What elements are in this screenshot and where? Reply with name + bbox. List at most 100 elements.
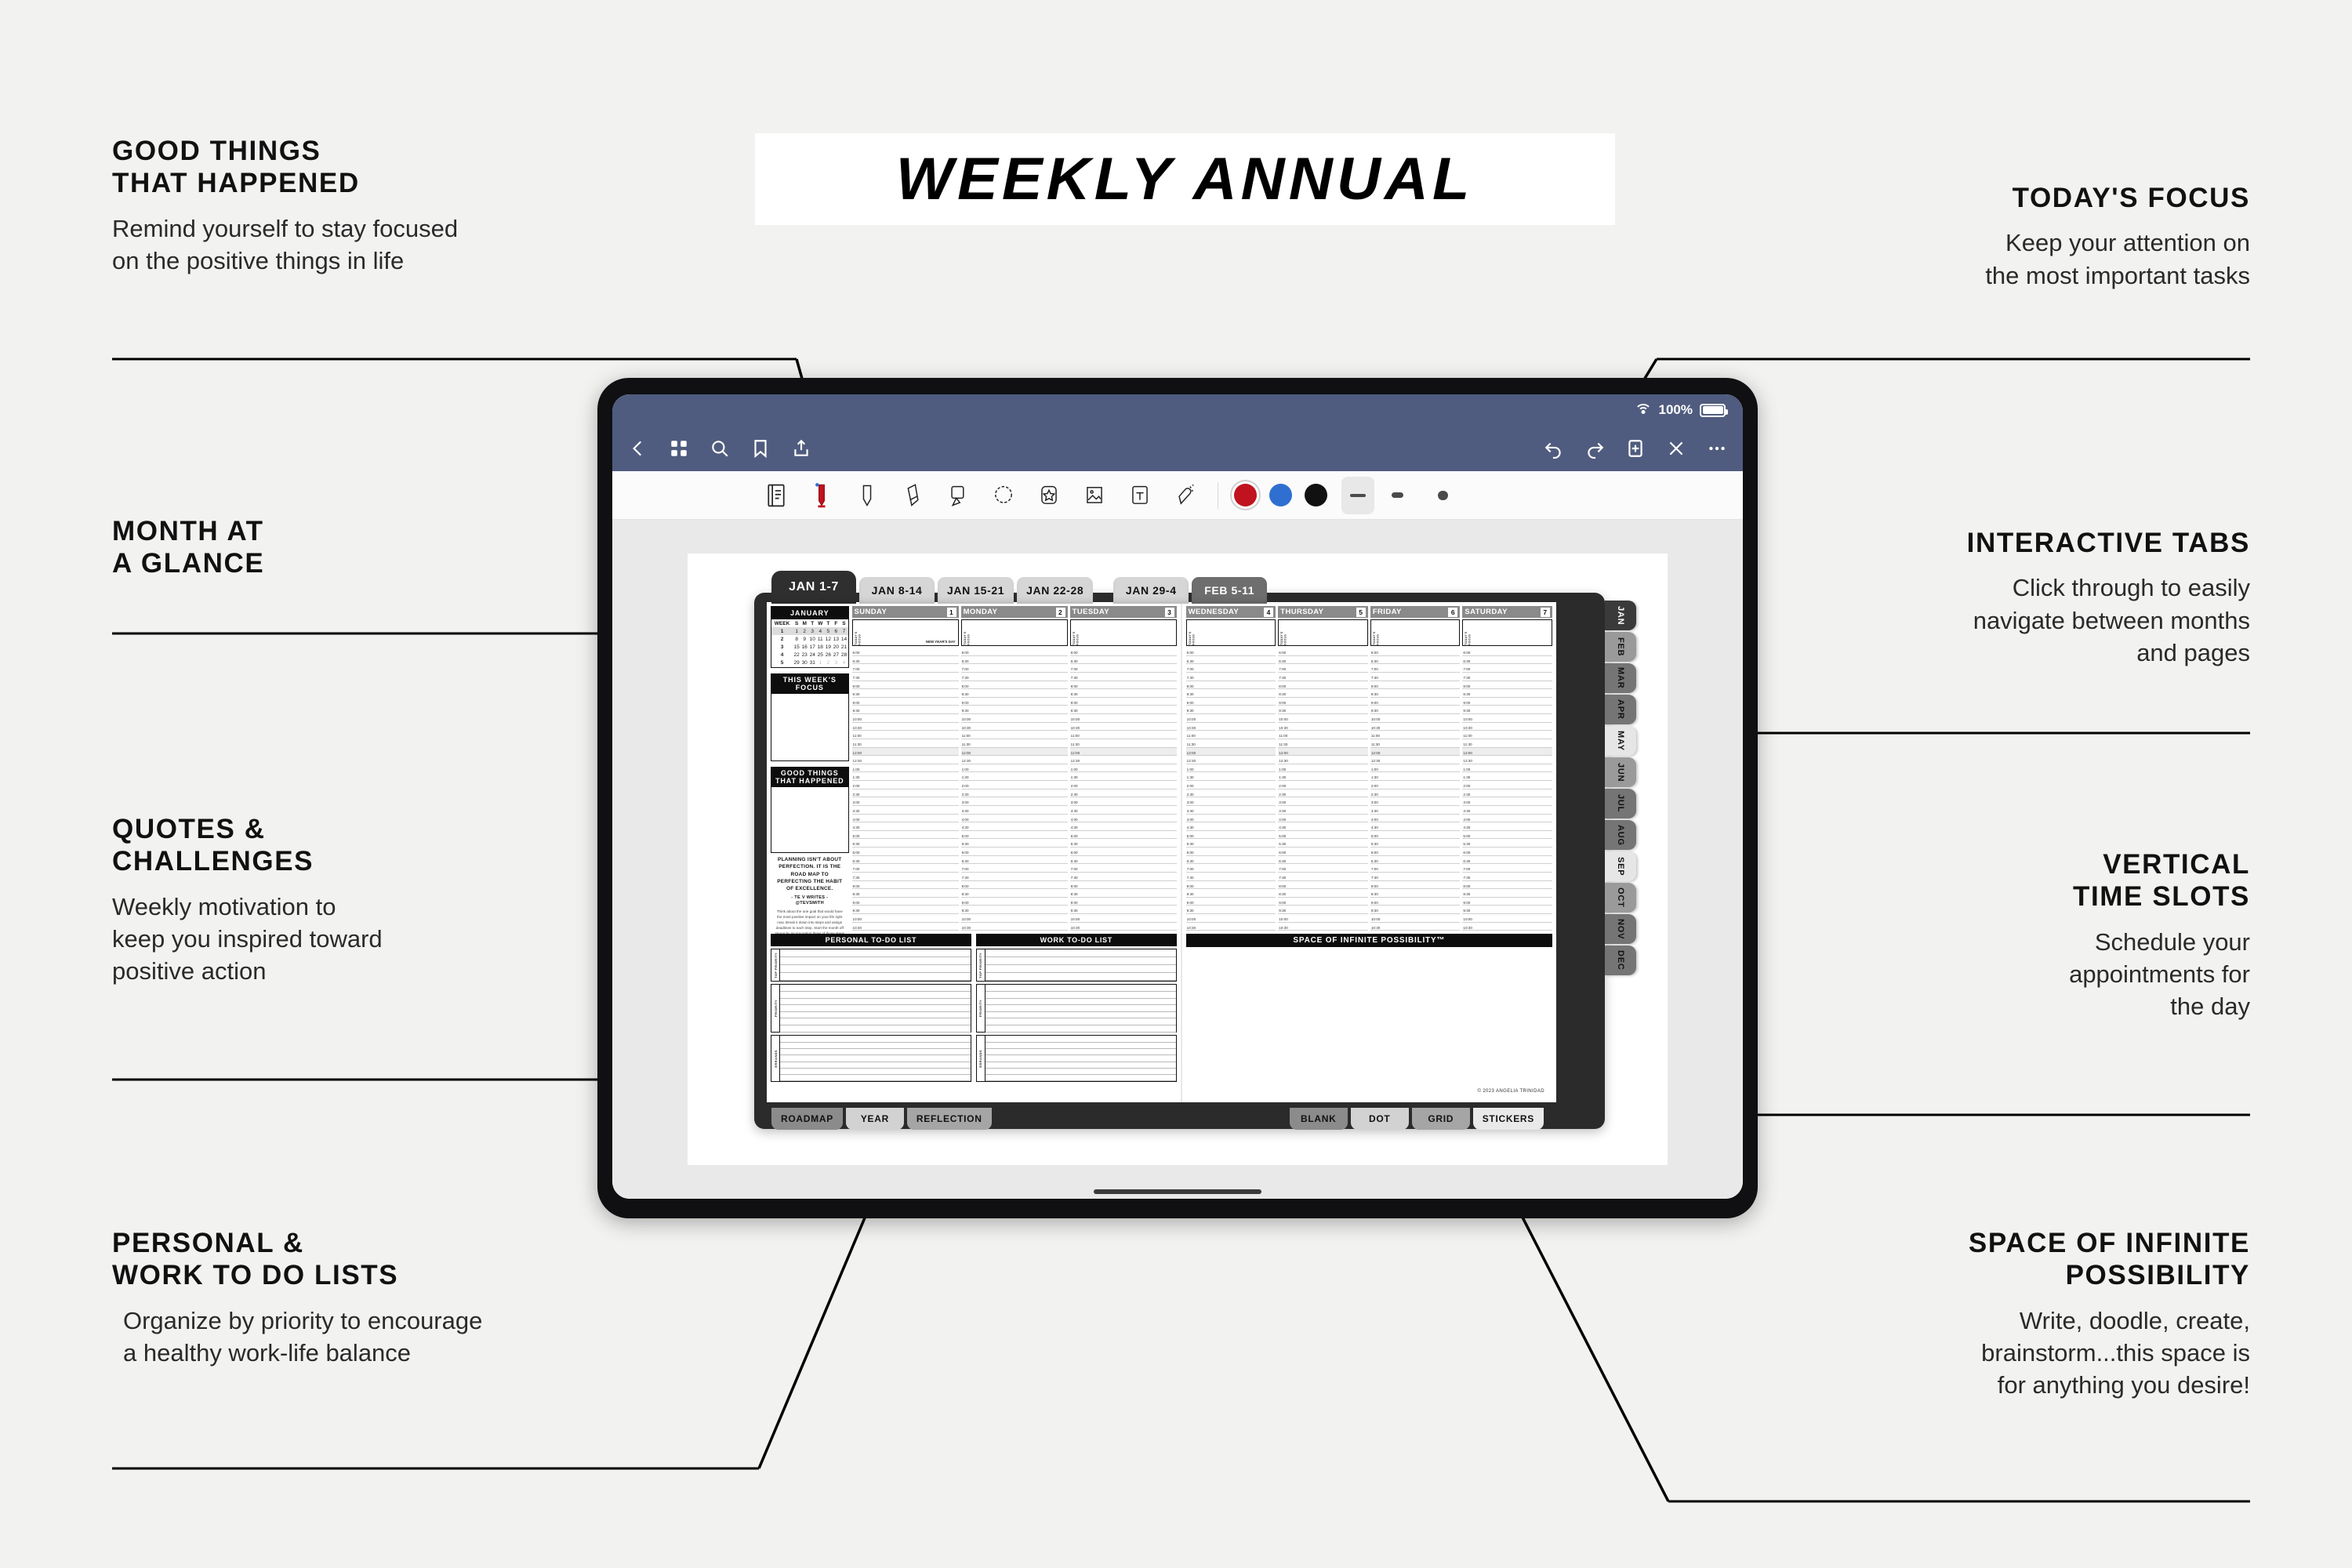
quote-attribution-1: - TE V WRITES - — [791, 895, 829, 901]
time-slots[interactable]: 6:00 6:30 7:00 7:30 8:00 8:30 9:00 9:30 … — [1278, 648, 1368, 931]
stroke-width-selected[interactable] — [1341, 476, 1374, 514]
eraser-icon[interactable] — [890, 477, 935, 514]
todo-lines[interactable] — [780, 1036, 971, 1082]
month-tab-jul[interactable]: JUL — [1605, 789, 1636, 818]
todo-lines[interactable] — [985, 949, 1176, 982]
todays-focus-box[interactable]: TODAY'S FOCUS — [1462, 619, 1552, 646]
month-tab-feb[interactable]: FEB — [1605, 632, 1636, 662]
month-tab-apr[interactable]: APR — [1605, 695, 1636, 724]
table-row[interactable]: 1 1 2 3 4 5 6 7 — [771, 627, 848, 636]
sticker-icon[interactable] — [1026, 477, 1072, 514]
todo-group-top-priority[interactable]: TOP PRIORITY — [771, 949, 971, 982]
todo-lines[interactable] — [780, 949, 971, 982]
close-pen-icon[interactable] — [1666, 438, 1686, 459]
time-slot: 3:30 — [1185, 806, 1276, 815]
time-slots[interactable]: 6:00 6:30 7:00 7:30 8:00 8:30 9:00 9:30 … — [1069, 648, 1177, 931]
lasso-icon[interactable] — [935, 477, 981, 514]
color-swatch-red[interactable] — [1234, 484, 1257, 506]
todo-group-errands[interactable]: ERRANDS — [975, 1035, 1177, 1083]
todo-group-top-priority[interactable]: TOP PRIORITY — [975, 949, 1177, 982]
month-tab-oct[interactable]: OCT — [1605, 883, 1636, 913]
grid-thumbnails-icon[interactable] — [669, 438, 689, 459]
week-tab-jan-8-14[interactable]: JAN 8-14 — [859, 577, 935, 604]
bottom-tab-reflection[interactable]: REFLECTION — [906, 1108, 992, 1130]
reading-mode-icon[interactable] — [753, 477, 799, 514]
time-slots[interactable]: 6:00 6:30 7:00 7:30 8:00 8:30 9:00 9:30 … — [1185, 648, 1276, 931]
callout-body: Click through to easily navigate between… — [1973, 574, 2250, 666]
todays-focus-box[interactable]: TODAY'S FOCUS — [1370, 619, 1461, 646]
search-icon[interactable] — [710, 438, 730, 459]
good-things-block[interactable]: GOOD THINGS THAT HAPPENED — [771, 766, 849, 853]
space-free-area[interactable]: © 2023 ANGELIA TRINIDAD — [1186, 947, 1552, 1098]
this-weeks-focus-block[interactable]: THIS WEEK'S FOCUS — [771, 673, 849, 761]
bottom-tab-blank[interactable]: BLANK — [1289, 1108, 1348, 1130]
month-tab-nov[interactable]: NOV — [1605, 914, 1636, 944]
todays-focus-box[interactable]: TODAY'S FOCUS — [1278, 619, 1368, 646]
time-slots[interactable]: 6:00 6:30 7:00 7:30 8:00 8:30 9:00 9:30 … — [960, 648, 1068, 931]
table-row[interactable]: 5 29 30 31 1 2 3 4 — [771, 659, 848, 667]
month-tab-dec[interactable]: DEC — [1605, 946, 1636, 975]
image-icon[interactable] — [1072, 477, 1117, 514]
table-row[interactable]: 3 15 16 17 18 19 20 21 — [771, 643, 848, 651]
table-row[interactable]: 2 8 9 10 11 12 13 14 — [771, 635, 848, 643]
week-tab-feb-5-11[interactable]: FEB 5-11 — [1192, 577, 1268, 604]
month-tab-jun[interactable]: JUN — [1605, 757, 1636, 787]
week-tab-jan-1-7[interactable]: JAN 1-7 — [771, 571, 856, 604]
canvas-area[interactable]: JAN 1-7 JAN 8-14 JAN 15-21 JAN 22-28 JAN… — [612, 520, 1743, 1199]
month-tab-sep[interactable]: SEP — [1605, 851, 1636, 881]
more-options-icon[interactable] — [1707, 438, 1727, 459]
todays-focus-box[interactable]: TODAY'S FOCUS — [1069, 619, 1177, 646]
week-tab-jan-29-4[interactable]: JAN 29-4 — [1113, 577, 1189, 604]
share-icon[interactable] — [791, 438, 811, 459]
group-label: PRIORITY — [773, 1000, 778, 1018]
bottom-tab-dot[interactable]: DOT — [1350, 1108, 1409, 1130]
back-chevron-icon[interactable] — [628, 438, 648, 459]
time-slots[interactable]: 6:00 6:30 7:00 7:30 8:00 8:30 9:00 9:30 … — [851, 648, 959, 931]
time-slots[interactable]: 6:00 6:30 7:00 7:30 8:00 8:30 9:00 9:30 … — [1462, 648, 1552, 931]
tape-icon[interactable] — [1163, 477, 1208, 514]
time-slots[interactable]: 6:00 6:30 7:00 7:30 8:00 8:30 9:00 9:30 … — [1370, 648, 1461, 931]
todo-group-errands[interactable]: ERRANDS — [771, 1035, 971, 1083]
todo-lines[interactable] — [780, 985, 971, 1033]
month-tab-mar[interactable]: MAR — [1605, 663, 1636, 693]
day-number: 6 — [1448, 607, 1458, 617]
pen-icon[interactable] — [799, 477, 844, 514]
stroke-width-thick[interactable] — [1420, 477, 1465, 514]
week-tab-jan-15-21[interactable]: JAN 15-21 — [938, 577, 1014, 604]
good-things-area[interactable] — [771, 786, 849, 853]
time-slot: 1:30 — [1462, 772, 1552, 781]
month-tab-jan[interactable]: JAN — [1605, 601, 1636, 630]
time-slot: 10:30 — [1185, 723, 1276, 731]
todays-focus-box[interactable]: TODAY'S FOCUS NEW YEAR'S DAY — [851, 619, 959, 646]
bottom-tab-grid[interactable]: GRID — [1411, 1108, 1470, 1130]
undo-icon[interactable] — [1544, 438, 1564, 459]
bottom-tab-stickers[interactable]: STICKERS — [1472, 1108, 1544, 1130]
todo-lines[interactable] — [985, 1036, 1176, 1082]
month-tab-aug[interactable]: AUG — [1605, 820, 1636, 850]
todo-lines[interactable] — [985, 985, 1176, 1033]
week-tab-jan-22-28[interactable]: JAN 22-28 — [1017, 577, 1094, 604]
color-swatch-blue[interactable] — [1269, 484, 1292, 506]
todays-focus-box[interactable]: TODAY'S FOCUS — [960, 619, 1068, 646]
color-swatch-black[interactable] — [1305, 484, 1327, 506]
todays-focus-box[interactable]: TODAY'S FOCUS — [1185, 619, 1276, 646]
time-slot: 10:30 — [1185, 923, 1276, 931]
redo-icon[interactable] — [1584, 438, 1605, 459]
work-todo-list: WORK TO-DO LIST TOP PRIORITY PRIORITY ER… — [975, 934, 1177, 1083]
stroke-width-medium[interactable] — [1374, 477, 1420, 514]
todo-group-priority[interactable]: PRIORITY — [975, 984, 1177, 1033]
bookmark-icon[interactable] — [750, 438, 771, 459]
table-row[interactable]: 4 22 23 24 25 26 27 28 — [771, 652, 848, 659]
highlighter-icon[interactable] — [844, 477, 890, 514]
month-tab-may[interactable]: MAY — [1605, 726, 1636, 756]
time-slot: 9:30 — [851, 906, 959, 914]
time-slot: 7:30 — [960, 873, 1068, 881]
bottom-tab-year[interactable]: YEAR — [845, 1108, 904, 1130]
mini-calendar[interactable]: JANUARY WEEK S M T W T F S 1 1 2 3 4 5 6… — [771, 606, 849, 668]
bottom-tab-roadmap[interactable]: ROADMAP — [771, 1108, 843, 1130]
todo-group-priority[interactable]: PRIORITY — [771, 984, 971, 1033]
shape-icon[interactable] — [981, 477, 1026, 514]
add-page-icon[interactable] — [1625, 438, 1646, 459]
text-box-icon[interactable] — [1117, 477, 1163, 514]
this-weeks-focus-area[interactable] — [771, 693, 849, 761]
